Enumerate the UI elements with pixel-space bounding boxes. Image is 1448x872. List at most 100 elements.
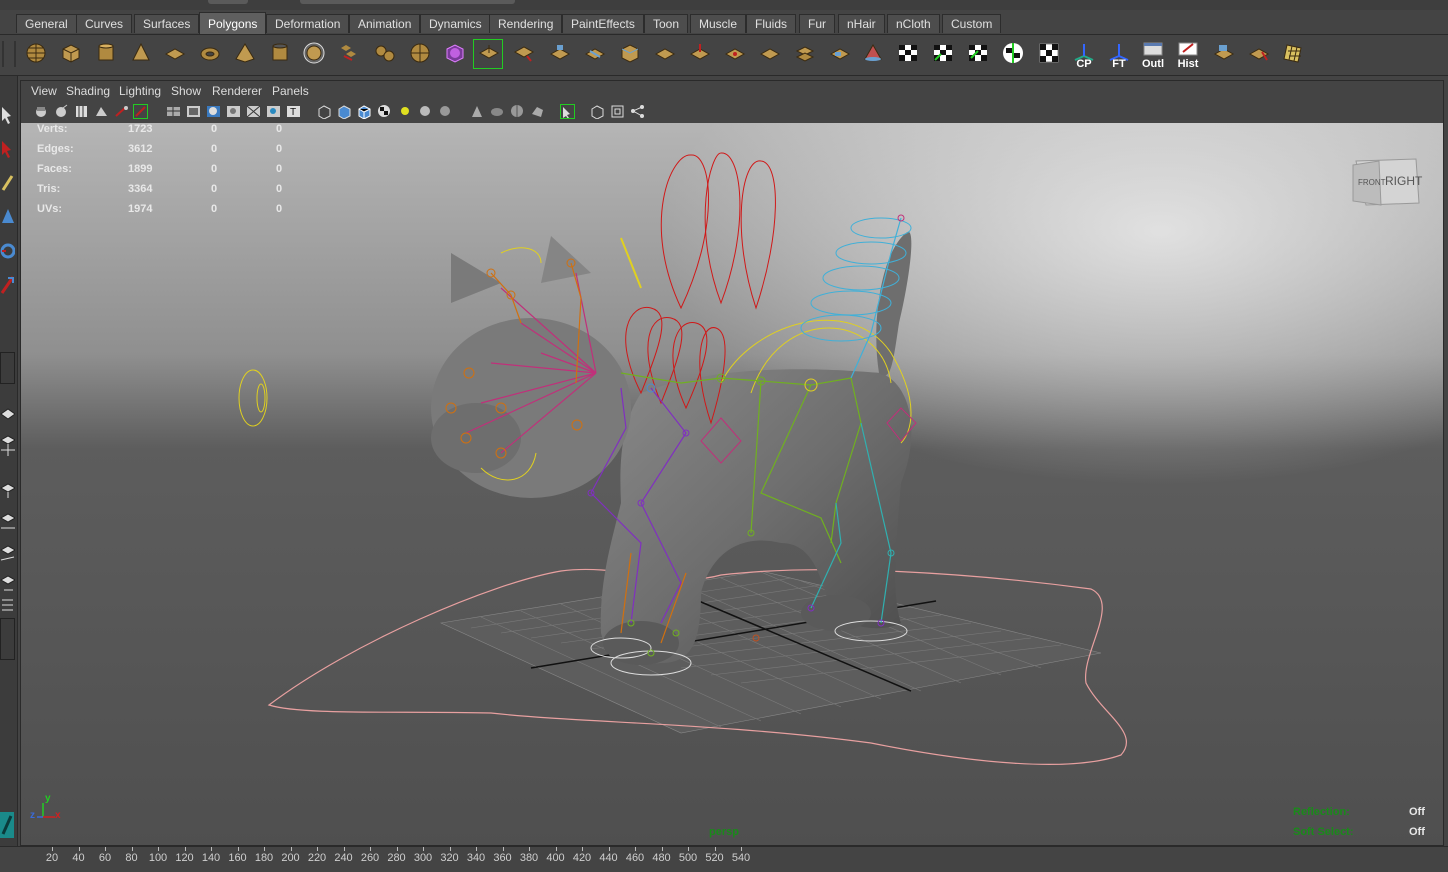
bookmarks-icon[interactable] <box>74 104 89 119</box>
tab-animation[interactable]: Animation <box>349 14 421 33</box>
select-tool-icon[interactable] <box>1244 39 1274 69</box>
center-pivot-icon[interactable]: CP <box>1069 39 1099 70</box>
smooth-shade-icon[interactable] <box>337 104 352 120</box>
image-plane-icon[interactable] <box>94 104 109 119</box>
gate-mask-icon[interactable] <box>226 104 241 119</box>
layout-slot[interactable] <box>0 618 15 660</box>
resolution-gate-icon[interactable] <box>206 104 221 119</box>
use-default-light-icon[interactable] <box>398 104 413 119</box>
xray-components-icon[interactable] <box>530 104 545 119</box>
merge-vertex-icon[interactable] <box>720 39 750 69</box>
poly-cylinder-icon[interactable] <box>91 39 121 69</box>
camera-attributes-icon[interactable] <box>54 104 69 119</box>
menu-lighting[interactable]: Lighting <box>119 84 161 98</box>
poly-torus-icon[interactable] <box>195 39 225 69</box>
extrude-icon[interactable] <box>473 39 503 69</box>
wireframe-on-shaded-icon[interactable] <box>357 104 372 120</box>
tab-muscle[interactable]: Muscle <box>690 14 747 33</box>
tab-fluids[interactable]: Fluids <box>746 14 797 33</box>
combine-icon[interactable] <box>334 39 364 69</box>
append-polygon-icon[interactable] <box>545 39 575 69</box>
layout-four-icon[interactable] <box>0 434 17 456</box>
time-slider[interactable]: 20 40 60 80 100 120 140 160 180 200 220 240 260 280 30… <box>0 846 1448 872</box>
rotate-tool-icon[interactable] <box>0 240 16 262</box>
wireframe-icon[interactable] <box>317 104 332 120</box>
auto-mapping-icon[interactable] <box>998 39 1028 69</box>
layout-outliner-icon[interactable] <box>0 574 17 596</box>
last-tool-slot[interactable] <box>0 352 15 384</box>
tab-curves[interactable]: Curves <box>76 14 133 33</box>
tab-toon[interactable]: Toon <box>644 14 689 33</box>
poly-cone-icon[interactable] <box>126 39 156 69</box>
select-arrow-icon[interactable] <box>0 104 15 126</box>
safe-action-icon[interactable] <box>266 104 281 119</box>
field-chart-icon[interactable] <box>246 104 261 119</box>
collapse-icon[interactable] <box>790 39 820 69</box>
insert-edge-loop-icon[interactable] <box>615 39 645 69</box>
create-polygon-icon[interactable] <box>858 39 888 69</box>
script-editor-icon[interactable] <box>0 810 15 840</box>
grid-tool-icon[interactable] <box>1279 39 1309 69</box>
viewport-panel[interactable]: View Shading Lighting Show Renderer Pane… <box>20 80 1444 846</box>
select-highlight-icon[interactable] <box>560 104 575 119</box>
xray-icon[interactable] <box>490 104 505 119</box>
share-icon[interactable] <box>630 104 645 119</box>
tab-general[interactable]: General <box>16 14 77 33</box>
xray-joints-icon[interactable] <box>510 104 525 119</box>
layout-hypershade-icon[interactable] <box>0 542 17 564</box>
poly-sphere-icon[interactable] <box>21 39 51 69</box>
film-gate-icon[interactable] <box>186 104 201 119</box>
view-cube[interactable]: FRONT RIGHT <box>1352 158 1423 206</box>
sculpt-tool-icon[interactable] <box>685 39 715 69</box>
split-polygon-icon[interactable] <box>580 39 610 69</box>
delete-history-icon[interactable] <box>1209 39 1239 69</box>
menu-panels[interactable]: Panels <box>272 84 309 98</box>
menu-renderer[interactable]: Renderer <box>212 84 262 98</box>
poly-cube-icon[interactable] <box>56 39 86 69</box>
box-display-icon[interactable] <box>590 104 605 120</box>
paint-select-icon[interactable] <box>0 172 15 194</box>
separate-icon[interactable] <box>370 39 400 69</box>
isolate-select-icon[interactable] <box>470 104 485 119</box>
cylindrical-mapping-icon[interactable] <box>928 39 958 69</box>
tab-ncloth[interactable]: nCloth <box>887 14 940 33</box>
smooth-proxy-icon[interactable] <box>440 39 470 69</box>
tab-custom[interactable]: Custom <box>942 14 1002 33</box>
grease-pencil-icon[interactable] <box>133 104 148 119</box>
smooth-icon[interactable] <box>405 39 435 69</box>
outliner-icon[interactable]: Outl <box>1138 39 1168 70</box>
menu-view[interactable]: View <box>31 84 57 98</box>
shelf-handle[interactable] <box>2 41 16 67</box>
tab-nhair[interactable]: nHair <box>838 14 885 33</box>
safe-title-icon[interactable]: T <box>286 104 301 119</box>
poly-pipe-icon[interactable] <box>265 39 295 69</box>
move-tool-icon[interactable] <box>0 206 15 228</box>
tab-surfaces[interactable]: Surfaces <box>134 14 200 33</box>
scale-tool-icon[interactable] <box>0 274 15 296</box>
uv-texture-editor-icon[interactable] <box>1034 39 1064 69</box>
history-icon[interactable]: Hist <box>1173 39 1203 70</box>
textured-icon[interactable] <box>377 104 392 119</box>
layout-graph-icon[interactable] <box>0 510 17 532</box>
layout-single-icon[interactable] <box>0 402 16 424</box>
bounding-box-icon[interactable] <box>610 104 625 119</box>
select-camera-icon[interactable] <box>34 104 49 119</box>
layout-side-icon[interactable] <box>0 478 17 500</box>
menu-shading[interactable]: Shading <box>66 84 110 98</box>
tab-dynamics[interactable]: Dynamics <box>420 14 491 33</box>
tab-painteffects[interactable]: PaintEffects <box>562 14 644 33</box>
high-quality-icon[interactable] <box>438 104 453 119</box>
merge-edge-icon[interactable] <box>755 39 785 69</box>
poly-pyramid-icon[interactable] <box>230 39 260 69</box>
tab-fur[interactable]: Fur <box>799 14 835 33</box>
grid-toggle-icon[interactable] <box>166 104 181 119</box>
two-d-pan-icon[interactable] <box>114 104 129 119</box>
lasso-tool-icon[interactable] <box>0 138 15 160</box>
bridge-icon[interactable] <box>509 39 539 69</box>
tab-deformation[interactable]: Deformation <box>266 14 350 33</box>
menu-show[interactable]: Show <box>171 84 201 98</box>
tab-polygons[interactable]: Polygons <box>199 12 267 34</box>
shadows-icon[interactable] <box>418 104 433 119</box>
freeze-transforms-icon[interactable]: FT <box>1104 39 1134 70</box>
offset-edge-loop-icon[interactable] <box>650 39 680 69</box>
